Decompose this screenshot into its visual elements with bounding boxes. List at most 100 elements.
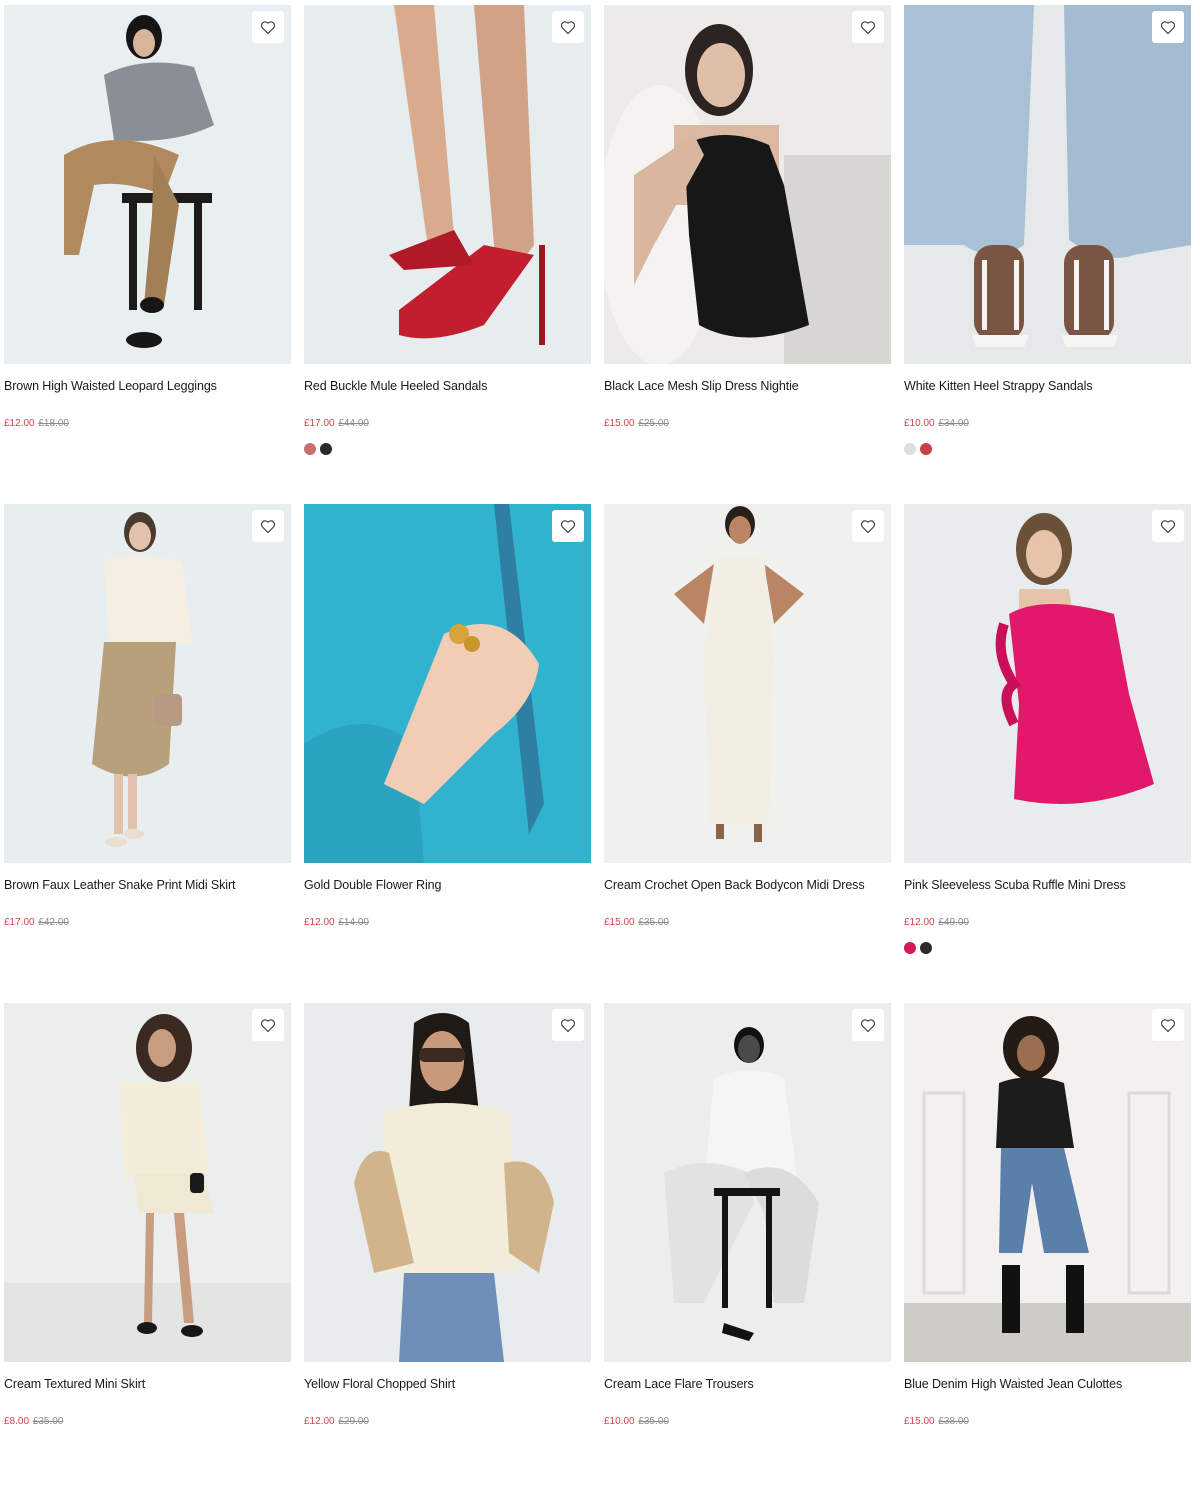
product-image[interactable] bbox=[4, 5, 291, 364]
color-swatch-black[interactable] bbox=[920, 942, 932, 954]
sale-price: £15.00 bbox=[604, 917, 635, 928]
product-card[interactable]: Brown High Waisted Leopard Leggings £12.… bbox=[4, 5, 291, 504]
product-price: £15.00 £25.00 bbox=[604, 418, 891, 430]
product-price: £12.00 £29.00 bbox=[304, 1416, 591, 1428]
wishlist-button[interactable] bbox=[552, 1009, 584, 1041]
wishlist-button[interactable] bbox=[852, 11, 884, 43]
product-card[interactable]: Cream Textured Mini Skirt £8.00 £35.00 bbox=[4, 1003, 291, 1502]
product-image[interactable] bbox=[904, 1003, 1191, 1362]
sale-price: £10.00 bbox=[904, 418, 935, 429]
product-card[interactable]: Brown Faux Leather Snake Print Midi Skir… bbox=[4, 504, 291, 1003]
wishlist-button[interactable] bbox=[1152, 1009, 1184, 1041]
wishlist-button[interactable] bbox=[1152, 510, 1184, 542]
product-price: £10.00 £35.00 bbox=[604, 1416, 891, 1428]
sale-price: £12.00 bbox=[4, 418, 35, 429]
product-name[interactable]: White Kitten Heel Strappy Sandals bbox=[904, 378, 1191, 394]
product-card[interactable]: Pink Sleeveless Scuba Ruffle Mini Dress … bbox=[904, 504, 1191, 1003]
heart-outline-icon bbox=[560, 20, 576, 34]
product-name[interactable]: Red Buckle Mule Heeled Sandals bbox=[304, 378, 591, 394]
product-price: £17.00 £44.00 bbox=[304, 418, 591, 430]
product-price: £12.00 £18.00 bbox=[4, 418, 291, 430]
wishlist-button[interactable] bbox=[252, 11, 284, 43]
product-name[interactable]: Pink Sleeveless Scuba Ruffle Mini Dress bbox=[904, 877, 1191, 893]
wishlist-button[interactable] bbox=[252, 510, 284, 542]
color-swatch-red[interactable] bbox=[920, 443, 932, 455]
original-price: £35.00 bbox=[638, 1416, 669, 1427]
product-price: £12.00 £49.00 bbox=[904, 917, 1191, 929]
wishlist-button[interactable] bbox=[552, 11, 584, 43]
original-price: £18.00 bbox=[38, 418, 69, 429]
product-price: £15.00 £35.00 bbox=[604, 917, 891, 929]
product-card[interactable]: Red Buckle Mule Heeled Sandals £17.00 £4… bbox=[304, 5, 591, 504]
sale-price: £17.00 bbox=[4, 917, 35, 928]
original-price: £34.00 bbox=[938, 418, 969, 429]
product-image[interactable] bbox=[304, 504, 591, 863]
wishlist-button[interactable] bbox=[252, 1009, 284, 1041]
product-card[interactable]: Yellow Floral Chopped Shirt £12.00 £29.0… bbox=[304, 1003, 591, 1502]
original-price: £29.00 bbox=[338, 1416, 369, 1427]
product-image[interactable] bbox=[4, 1003, 291, 1362]
product-image[interactable] bbox=[604, 1003, 891, 1362]
product-image[interactable] bbox=[604, 504, 891, 863]
product-name[interactable]: Brown High Waisted Leopard Leggings bbox=[4, 378, 291, 394]
sale-price: £15.00 bbox=[604, 418, 635, 429]
product-name[interactable]: Cream Textured Mini Skirt bbox=[4, 1376, 291, 1392]
product-name[interactable]: Cream Lace Flare Trousers bbox=[604, 1376, 891, 1392]
color-swatch-white[interactable] bbox=[904, 443, 916, 455]
color-swatch-pink[interactable] bbox=[304, 443, 316, 455]
product-image[interactable] bbox=[604, 5, 891, 364]
product-name[interactable]: Yellow Floral Chopped Shirt bbox=[304, 1376, 591, 1392]
heart-outline-icon bbox=[860, 20, 876, 34]
sale-price: £12.00 bbox=[304, 917, 335, 928]
product-price: £17.00 £42.00 bbox=[4, 917, 291, 929]
product-card[interactable]: Black Lace Mesh Slip Dress Nightie £15.0… bbox=[604, 5, 891, 504]
original-price: £38.00 bbox=[938, 1416, 969, 1427]
heart-outline-icon bbox=[1160, 20, 1176, 34]
product-price: £12.00 £14.00 bbox=[304, 917, 591, 929]
color-swatches bbox=[904, 443, 1191, 455]
color-swatches bbox=[904, 942, 1191, 954]
heart-outline-icon bbox=[860, 519, 876, 533]
wishlist-button[interactable] bbox=[852, 510, 884, 542]
product-image[interactable] bbox=[4, 504, 291, 863]
wishlist-button[interactable] bbox=[852, 1009, 884, 1041]
product-card[interactable]: Cream Lace Flare Trousers £10.00 £35.00 bbox=[604, 1003, 891, 1502]
product-card[interactable]: Blue Denim High Waisted Jean Culottes £1… bbox=[904, 1003, 1191, 1502]
product-name[interactable]: Black Lace Mesh Slip Dress Nightie bbox=[604, 378, 891, 394]
original-price: £35.00 bbox=[638, 917, 669, 928]
original-price: £25.00 bbox=[638, 418, 669, 429]
original-price: £44.00 bbox=[338, 418, 369, 429]
product-image[interactable] bbox=[304, 5, 591, 364]
product-card[interactable]: Gold Double Flower Ring £12.00 £14.00 bbox=[304, 504, 591, 1003]
original-price: £14.00 bbox=[338, 917, 369, 928]
sale-price: £17.00 bbox=[304, 418, 335, 429]
product-name[interactable]: Brown Faux Leather Snake Print Midi Skir… bbox=[4, 877, 291, 893]
heart-outline-icon bbox=[260, 519, 276, 533]
original-price: £49.00 bbox=[938, 917, 969, 928]
product-image[interactable] bbox=[904, 5, 1191, 364]
sale-price: £8.00 bbox=[4, 1416, 30, 1427]
product-image[interactable] bbox=[304, 1003, 591, 1362]
product-card[interactable]: Cream Crochet Open Back Bodycon Midi Dre… bbox=[604, 504, 891, 1003]
heart-outline-icon bbox=[1160, 519, 1176, 533]
wishlist-button[interactable] bbox=[1152, 11, 1184, 43]
product-image[interactable] bbox=[904, 504, 1191, 863]
sale-price: £10.00 bbox=[604, 1416, 635, 1427]
heart-outline-icon bbox=[860, 1018, 876, 1032]
product-grid: Brown High Waisted Leopard Leggings £12.… bbox=[4, 5, 1191, 1502]
original-price: £42.00 bbox=[38, 917, 69, 928]
product-name[interactable]: Gold Double Flower Ring bbox=[304, 877, 591, 893]
product-price: £8.00 £35.00 bbox=[4, 1416, 291, 1428]
heart-outline-icon bbox=[560, 1018, 576, 1032]
sale-price: £12.00 bbox=[304, 1416, 335, 1427]
product-price: £15.00 £38.00 bbox=[904, 1416, 1191, 1428]
color-swatch-pink[interactable] bbox=[904, 942, 916, 954]
heart-outline-icon bbox=[260, 1018, 276, 1032]
color-swatch-black[interactable] bbox=[320, 443, 332, 455]
product-name[interactable]: Cream Crochet Open Back Bodycon Midi Dre… bbox=[604, 877, 891, 893]
sale-price: £15.00 bbox=[904, 1416, 935, 1427]
heart-outline-icon bbox=[560, 519, 576, 533]
product-card[interactable]: White Kitten Heel Strappy Sandals £10.00… bbox=[904, 5, 1191, 504]
product-name[interactable]: Blue Denim High Waisted Jean Culottes bbox=[904, 1376, 1191, 1392]
wishlist-button[interactable] bbox=[552, 510, 584, 542]
